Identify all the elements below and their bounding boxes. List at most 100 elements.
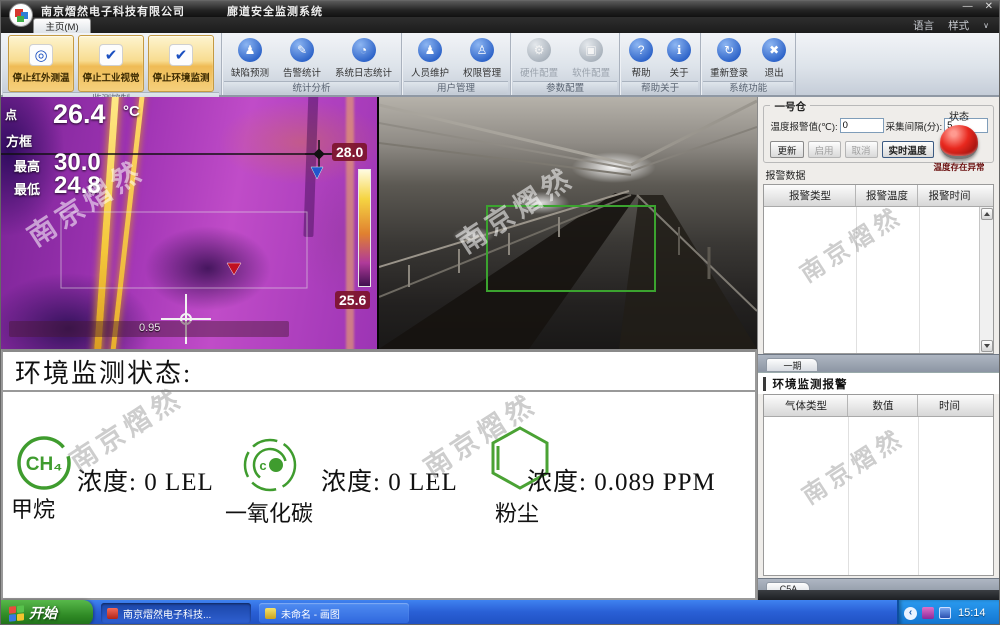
emissivity-value: 0.95: [139, 322, 160, 334]
svg-text:CH₄: CH₄: [26, 454, 63, 475]
group-label: 系统功能: [703, 81, 793, 94]
group-label: 用户管理: [404, 81, 508, 94]
tab-phase-1[interactable]: 一期: [766, 358, 818, 372]
ribbon-group-help: ? 帮助 ℹ 关于 帮助关于: [620, 33, 701, 95]
environment-status-title: 环境监测状态:: [3, 352, 755, 392]
app-task-icon: [107, 608, 118, 619]
help-button[interactable]: ? 帮助: [626, 37, 656, 80]
ch4-gas-icon: CH₄: [15, 434, 73, 492]
ribbon-group-params: ⚙ 硬件配置 ▣ 软件配置 参数配置: [511, 33, 620, 95]
personnel-button[interactable]: ♟ 人员维护: [408, 37, 452, 80]
pencil-icon: ✎: [290, 38, 314, 62]
alarm-temp-input[interactable]: [840, 118, 884, 133]
app-logo-icon: [9, 3, 33, 27]
thermal-overlay-graphics: [1, 97, 379, 349]
detection-box: [486, 205, 656, 292]
paint-task-icon: [265, 608, 276, 619]
relogin-button[interactable]: ↻ 重新登录: [707, 37, 751, 80]
env-alarm-table-body: 南京熠然: [764, 417, 993, 575]
groupbox-title: 一号仓: [770, 99, 810, 114]
alarm-table: 报警类型 报警温度 报警时间 南京熠然: [763, 184, 994, 354]
col-alarm-time: 报警时间: [918, 185, 980, 206]
permission-button[interactable]: ♙ 权限管理: [460, 37, 504, 80]
col-gas-type: 气体类型: [764, 395, 848, 416]
ribbon-group-monitor-control: ◎ 停止红外测温 ✔ 停止工业视觉 ✔ 停止环境监测 监测控制: [1, 33, 222, 95]
env-alarm-header: 环境监测报警: [758, 372, 999, 394]
svg-text:c: c: [259, 458, 266, 473]
phase-tab-strip: 一期: [758, 354, 999, 372]
alarm-stats-button[interactable]: ✎ 告警统计: [280, 37, 324, 80]
taskbar-task-monitor-app[interactable]: 南京熠然电子科技...: [101, 603, 251, 623]
sensor-reading-co: 浓度: 0 LEL: [321, 462, 458, 498]
chevron-down-icon[interactable]: ∨: [983, 21, 989, 30]
close-button[interactable]: ✕: [985, 1, 993, 12]
min-label: 最低: [14, 179, 40, 198]
spot-temperature: 26.4: [53, 99, 106, 130]
tray-chevron-icon[interactable]: ‹: [904, 607, 917, 620]
panel-bottom-strip: [758, 590, 999, 600]
co-gas-icon: c: [241, 436, 299, 494]
box-label: 方框: [6, 131, 32, 150]
status-warning-text: 温度存在异常: [933, 161, 985, 173]
alarm-table-body: 南京熠然: [764, 207, 993, 353]
exit-button[interactable]: ✖ 退出: [759, 37, 789, 80]
update-button[interactable]: 更新: [770, 141, 803, 158]
hardware-config-button: ⚙ 硬件配置: [517, 37, 561, 80]
software-config-button: ▣ 软件配置: [569, 37, 613, 80]
accent-bar: [763, 377, 766, 391]
ribbon-group-users: ♟ 人员维护 ♙ 权限管理 用户管理: [402, 33, 511, 95]
person-icon: ♟: [418, 38, 442, 62]
stop-infrared-button[interactable]: ◎ 停止红外测温: [8, 35, 74, 92]
scroll-down-icon[interactable]: [981, 340, 993, 352]
spot-label: 点: [5, 106, 17, 123]
scale-high-value: 28.0: [332, 143, 367, 161]
sensor-name-dust: 粉尘: [495, 496, 539, 528]
about-button[interactable]: ℹ 关于: [664, 37, 694, 80]
minimize-button[interactable]: —: [963, 1, 973, 12]
enable-button: 启用: [808, 141, 841, 158]
scroll-up-icon[interactable]: [981, 208, 993, 220]
sensor-name-methane: 甲烷: [11, 492, 55, 524]
group-label: 帮助关于: [622, 81, 698, 94]
circle-icon: ◎: [29, 44, 53, 66]
check-icon: ✔: [169, 44, 193, 66]
sensor-reading-dust: 浓度: 0.089 PPM: [527, 462, 716, 498]
env-alarm-title: 环境监测报警: [772, 376, 847, 392]
tray-icon-2[interactable]: [939, 607, 951, 619]
col-gas-time: 时间: [918, 395, 980, 416]
taskbar-task-paint[interactable]: 未命名 - 画图: [259, 603, 409, 623]
question-icon: ?: [629, 38, 653, 62]
app-window: 南京熠然电子科技有限公司 廊道安全监测系统 — ✕ 主页(M) 语言 样式 ∨ …: [0, 0, 1000, 625]
key-icon: ♙: [470, 38, 494, 62]
syslog-stats-button[interactable]: ◔ 系统日志统计: [332, 37, 395, 80]
tray-icon-1[interactable]: [922, 607, 934, 619]
start-button[interactable]: 开始: [1, 600, 93, 625]
group-label: 统计分析: [224, 81, 399, 94]
realtime-temp-button[interactable]: 实时温度: [882, 141, 934, 158]
ribbon-group-statistics: ♟ 缺陷预测 ✎ 告警统计 ◔ 系统日志统计 统计分析: [222, 33, 402, 95]
color-scale-bar: [358, 169, 371, 287]
cancel-button: 取消: [845, 141, 878, 158]
gear-icon: ⚙: [527, 38, 551, 62]
menu-language[interactable]: 语言: [913, 18, 934, 33]
defect-predict-button[interactable]: ♟ 缺陷预测: [228, 37, 272, 80]
alarm-table-scrollbar[interactable]: [979, 207, 993, 353]
menu-style[interactable]: 样式: [948, 18, 969, 33]
alarm-beacon-icon: [940, 125, 978, 159]
stop-vision-button[interactable]: ✔ 停止工业视觉: [78, 35, 144, 92]
ribbon-group-system: ↻ 重新登录 ✖ 退出 系统功能: [701, 33, 796, 95]
col-alarm-type: 报警类型: [764, 185, 856, 206]
alarm-temp-label: 温度报警值(℃):: [770, 119, 837, 133]
status-label: 状态: [933, 108, 985, 123]
clock: 15:14: [958, 607, 986, 619]
min-temperature: 24.8: [54, 172, 101, 200]
right-panel: 一号仓 温度报警值(℃): 采集间隔(分): 更新 启用 取消 实时温度: [757, 97, 999, 600]
windows-logo-icon: [9, 605, 24, 622]
watermark: 南京熠然: [794, 418, 910, 511]
tab-home[interactable]: 主页(M): [33, 18, 91, 33]
relogin-icon: ↻: [717, 38, 741, 62]
col-gas-value: 数值: [848, 395, 918, 416]
stop-env-monitor-button[interactable]: ✔ 停止环境监测: [148, 35, 214, 92]
title-bar: 南京熠然电子科技有限公司 廊道安全监测系统 — ✕: [1, 1, 999, 17]
close-x-icon: ✖: [762, 38, 786, 62]
